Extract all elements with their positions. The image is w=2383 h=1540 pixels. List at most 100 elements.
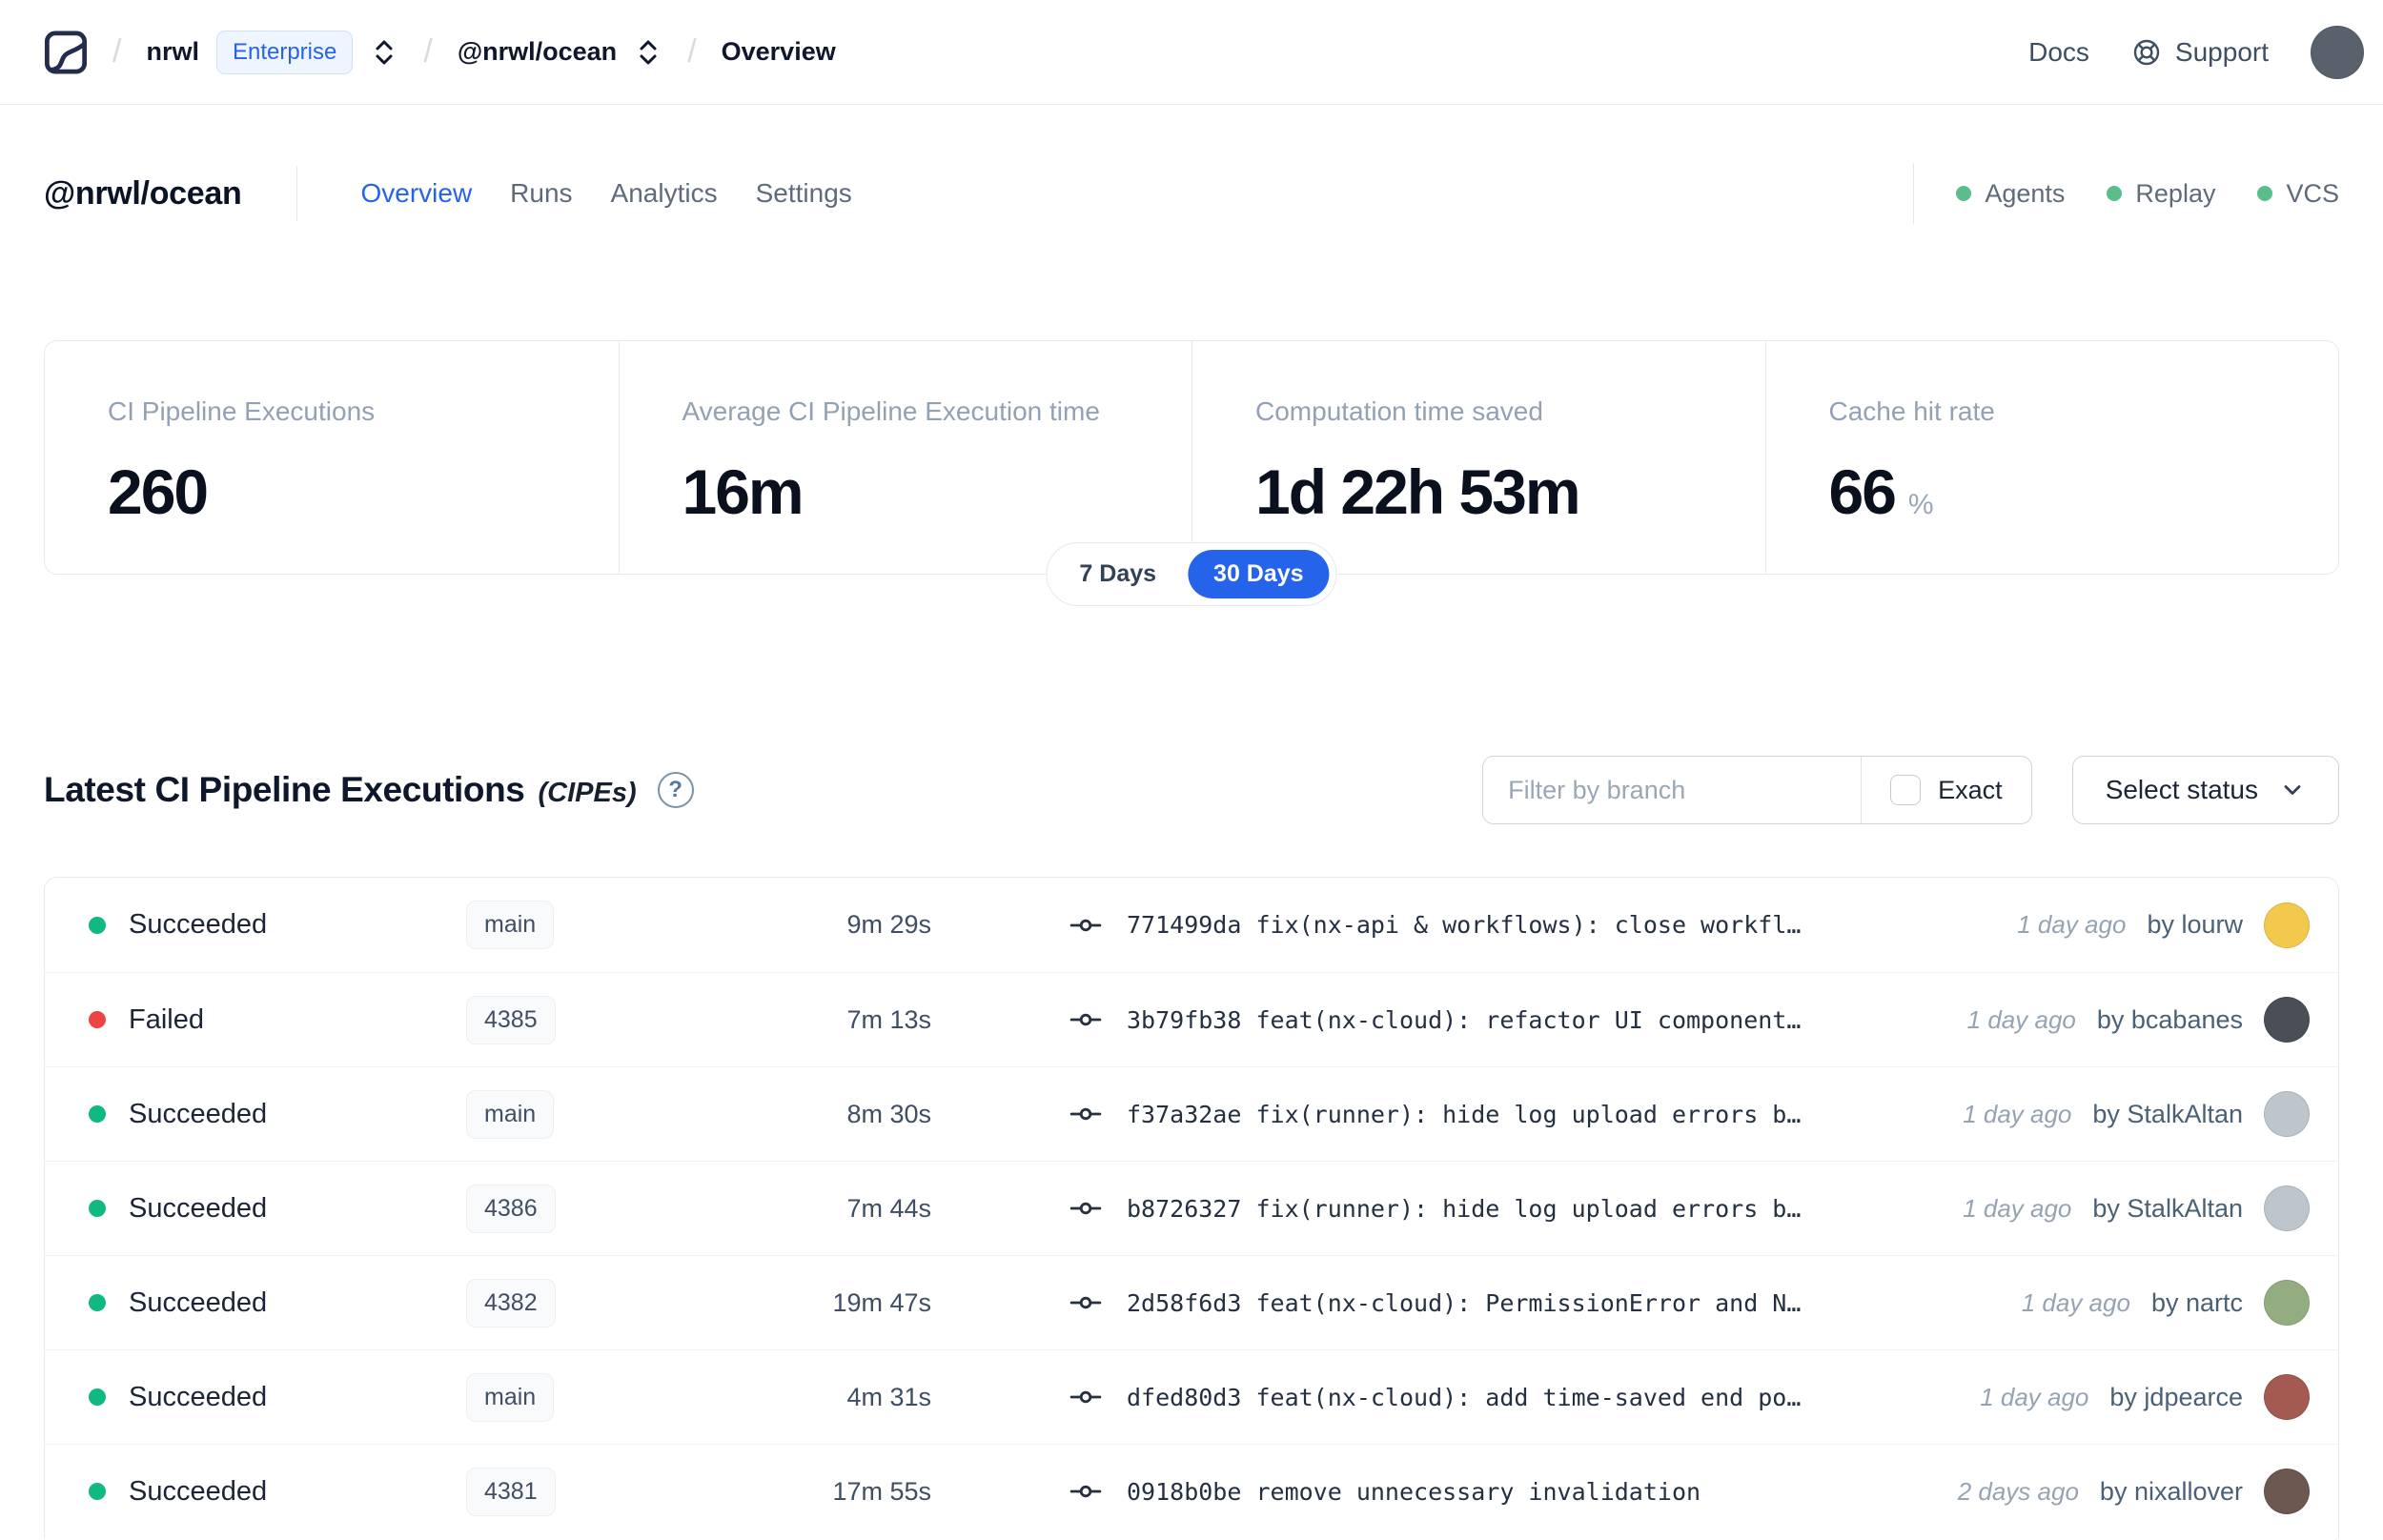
lifebuoy-icon: [2131, 37, 2162, 68]
top-navbar: / nrwl Enterprise / @nrwl/ocean / Overvi…: [0, 0, 2383, 105]
docs-link[interactable]: Docs: [2028, 37, 2089, 68]
help-icon[interactable]: ?: [657, 772, 694, 808]
cipe-row[interactable]: Failed 4385 7m 13s 3b79fb38 feat(nx-clou…: [45, 972, 2338, 1066]
cipe-status: Succeeded: [129, 1475, 268, 1507]
cipe-status: Failed: [129, 1003, 204, 1035]
git-commit-icon: [1069, 1098, 1102, 1130]
cipe-duration: 17m 55s: [832, 1476, 931, 1506]
author-avatar: [2264, 1185, 2310, 1231]
stat-label: Average CI Pipeline Execution time: [682, 396, 1100, 426]
author-avatar: [2264, 902, 2310, 948]
branch-badge: main: [466, 1089, 555, 1139]
cipe-duration: 19m 47s: [832, 1287, 931, 1317]
integration-label: Agents: [1985, 178, 2066, 208]
cipe-author: by nartc: [2150, 1287, 2243, 1317]
exact-toggle: Exact: [1861, 757, 2031, 823]
cipe-section-title: Latest CI Pipeline Executions: [44, 770, 525, 809]
cipe-table: Succeeded main 9m 29s 771499da fix(nx-ap…: [44, 877, 2339, 1538]
exact-label[interactable]: Exact: [1938, 776, 2003, 805]
cipe-row[interactable]: Succeeded 4382 19m 47s 2d58f6d3 feat(nx-…: [45, 1255, 2338, 1349]
chevron-up-down-icon: [376, 40, 393, 64]
breadcrumb: / nrwl Enterprise / @nrwl/ocean / Overvi…: [44, 29, 836, 76]
nx-cloud-logo[interactable]: [44, 29, 88, 76]
cipe-status: Succeeded: [129, 1098, 268, 1129]
tab-overview[interactable]: Overview: [360, 178, 472, 209]
tab-analytics[interactable]: Analytics: [611, 178, 718, 209]
commit-message: 0918b0be remove unnecessary invalidation: [1127, 1477, 1701, 1506]
support-link[interactable]: Support: [2131, 37, 2269, 68]
author-avatar: [2264, 1374, 2310, 1420]
cipe-time: 2 days ago: [1957, 1476, 2079, 1506]
branch-badge: 4382: [466, 1278, 556, 1327]
cipe-row[interactable]: Succeeded main 9m 29s 771499da fix(nx-ap…: [45, 878, 2338, 972]
breadcrumb-workspace[interactable]: @nrwl/ocean: [458, 37, 617, 67]
status-dot-icon: [89, 1105, 106, 1123]
git-commit-icon: [1069, 1381, 1102, 1413]
cipe-duration: 7m 44s: [846, 1193, 931, 1223]
status-dot-icon: [89, 916, 106, 934]
date-range-toggle: 7 Days 30 Days: [1046, 542, 1337, 606]
enterprise-badge: Enterprise: [215, 30, 354, 74]
cipe-row[interactable]: Succeeded 4381 17m 55s 0918b0be remove u…: [45, 1444, 2338, 1538]
cipe-time: 1 day ago: [2021, 1287, 2130, 1317]
stat-label: CI Pipeline Executions: [108, 396, 376, 426]
cipe-author: by jdpearce: [2109, 1382, 2243, 1411]
workspace-tabs: Overview Runs Analytics Settings: [360, 178, 851, 209]
stat-label: Computation time saved: [1255, 396, 1543, 426]
integration-replay[interactable]: Replay: [2107, 179, 2215, 209]
nx-cloud-logo-icon: [44, 30, 88, 74]
stat-label: Cache hit rate: [1828, 396, 1995, 426]
integration-label: Replay: [2135, 178, 2216, 208]
branch-badge: 4386: [466, 1184, 556, 1233]
stat-suffix: %: [1907, 489, 1934, 520]
breadcrumb-separator: /: [687, 33, 697, 70]
branch-badge: 4381: [466, 1467, 556, 1516]
status-select-dropdown[interactable]: Select status: [2071, 756, 2339, 824]
cipe-author: by bcabanes: [2096, 1004, 2243, 1034]
status-dot-icon: [89, 1294, 106, 1311]
user-avatar[interactable]: [2311, 25, 2364, 79]
cipe-author: by StalkAltan: [2092, 1099, 2243, 1128]
commit-message: 2d58f6d3 feat(nx-cloud): PermissionError…: [1127, 1288, 1802, 1317]
commit-message: b8726327 fix(runner): hide log upload er…: [1127, 1194, 1802, 1223]
stat-card-time-saved: Computation time saved 1d 22h 53m: [1192, 341, 1765, 574]
status-dot-icon: [2107, 186, 2123, 201]
range-7-days[interactable]: 7 Days: [1053, 550, 1182, 598]
status-dot-icon: [89, 1483, 106, 1500]
workspace-switcher-button[interactable]: [634, 34, 662, 71]
range-30-days[interactable]: 30 Days: [1188, 550, 1330, 598]
cipe-duration: 9m 29s: [846, 910, 931, 939]
breadcrumb-separator: /: [112, 33, 122, 70]
commit-message: dfed80d3 feat(nx-cloud): add time-saved …: [1127, 1383, 1802, 1411]
stat-card-avg-time: Average CI Pipeline Execution time 16m: [618, 341, 1192, 574]
author-avatar: [2264, 997, 2310, 1043]
author-avatar: [2264, 1280, 2310, 1326]
cipe-row[interactable]: Succeeded main 8m 30s f37a32ae fix(runne…: [45, 1066, 2338, 1161]
integration-vcs[interactable]: VCS: [2257, 179, 2339, 209]
stat-card-executions: CI Pipeline Executions 260: [45, 341, 619, 574]
breadcrumb-page: Overview: [721, 37, 836, 66]
chevron-down-icon: [2279, 777, 2306, 803]
org-switcher-button[interactable]: [370, 34, 398, 71]
cipe-time: 1 day ago: [1963, 1193, 2072, 1223]
stat-value: 260: [108, 456, 209, 527]
status-select-label: Select status: [2105, 775, 2258, 804]
git-commit-icon: [1069, 1192, 1102, 1225]
branch-filter-input[interactable]: [1483, 757, 1862, 823]
cipe-row[interactable]: Succeeded 4386 7m 44s b8726327 fix(runne…: [45, 1161, 2338, 1255]
git-commit-icon: [1069, 909, 1102, 942]
branch-badge: main: [466, 901, 555, 949]
workspace-header: @nrwl/ocean Overview Runs Analytics Sett…: [44, 160, 2339, 227]
status-dot-icon: [89, 1200, 106, 1217]
exact-checkbox[interactable]: [1890, 775, 1922, 805]
author-avatar: [2264, 1469, 2310, 1514]
cipe-row[interactable]: Succeeded main 4m 31s dfed80d3 feat(nx-c…: [45, 1349, 2338, 1444]
integration-agents[interactable]: Agents: [1956, 179, 2065, 209]
integration-label: VCS: [2286, 178, 2339, 208]
stat-cards: CI Pipeline Executions 260 Average CI Pi…: [44, 340, 2339, 575]
git-commit-icon: [1069, 1003, 1102, 1036]
breadcrumb-org[interactable]: nrwl: [146, 37, 199, 67]
tab-settings[interactable]: Settings: [756, 178, 852, 209]
cipe-time: 1 day ago: [1966, 1004, 2076, 1034]
tab-runs[interactable]: Runs: [510, 178, 572, 209]
